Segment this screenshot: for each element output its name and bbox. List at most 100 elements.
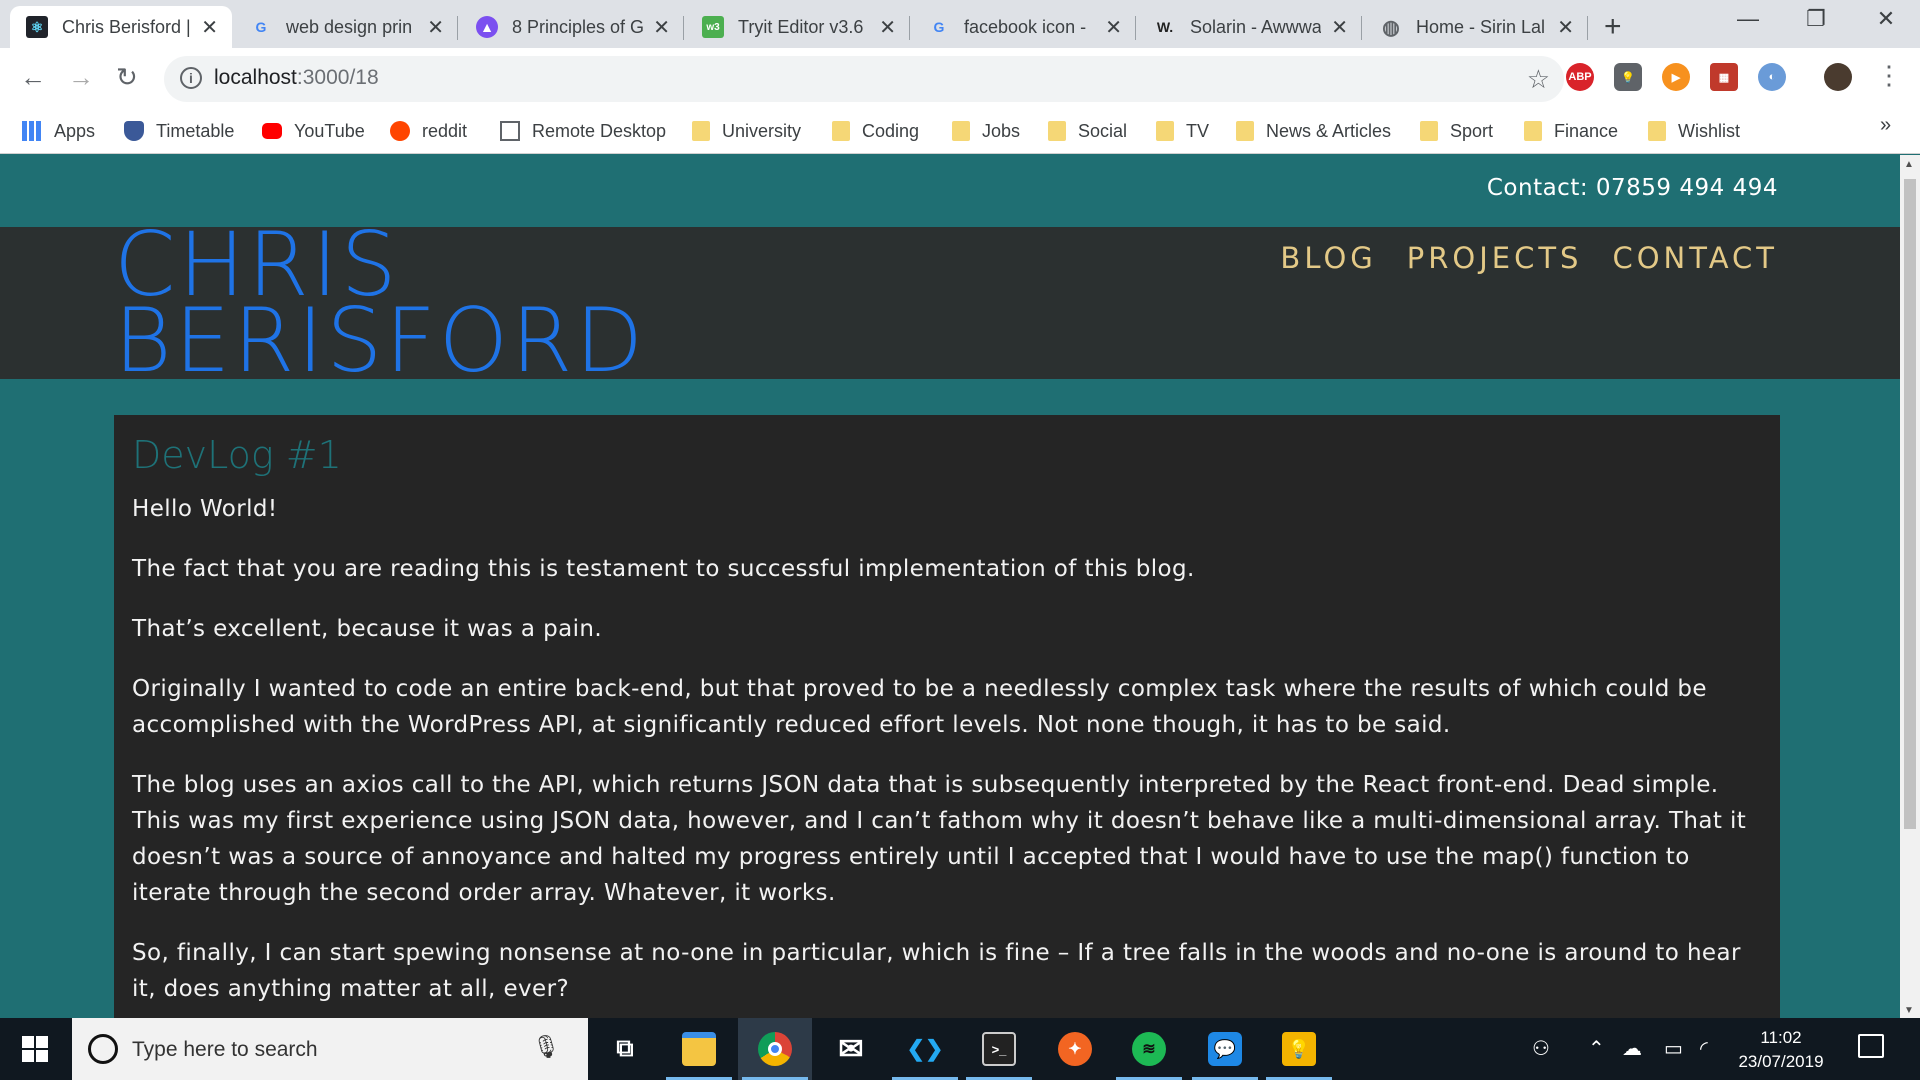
back-arrow-icon[interactable]: ← [20, 62, 46, 93]
task-view-icon[interactable]: ⧉ [588, 1018, 662, 1080]
cortana-circle-icon [88, 1034, 118, 1064]
clock-date: 23/07/2019 [1738, 1052, 1824, 1071]
nav-projects-link[interactable]: PROJECTS [1407, 241, 1583, 275]
compass-app-icon[interactable]: ✦ [1038, 1018, 1112, 1080]
bookmark-folder-wishlist[interactable]: Wishlist [1648, 116, 1740, 146]
blog-post: DevLog #1 Hello World! The fact that you… [114, 415, 1780, 1018]
tab-chris-berisford[interactable]: ⚛ Chris Berisford | ✕ [10, 6, 232, 48]
close-tab-icon[interactable]: ✕ [879, 15, 896, 40]
windows-start-icon[interactable] [22, 1036, 48, 1062]
tab-home-sirin-lal[interactable]: ◍ Home - Sirin Lal ✕ [1364, 6, 1588, 48]
restore-window-button[interactable]: ❐ [1796, 6, 1836, 32]
tab-separator [1587, 16, 1588, 40]
spotify-icon[interactable]: ≋ [1112, 1018, 1186, 1080]
bookmark-folder-news-articles[interactable]: News & Articles [1236, 116, 1391, 146]
bookmark-folder-university[interactable]: University [692, 116, 801, 146]
youtube-icon [262, 123, 282, 139]
scroll-up-icon[interactable]: ▲ [1904, 159, 1914, 170]
site-logo-name[interactable]: CHRIS BERISFORD [114, 221, 646, 392]
globe-icon: ◍ [1382, 16, 1400, 39]
site-info-icon[interactable]: i [180, 67, 202, 89]
triangle-logo-icon: ▲ [476, 16, 498, 38]
bookmark-reddit[interactable]: reddit [390, 116, 467, 146]
messaging-icon[interactable]: 💬 [1188, 1018, 1262, 1080]
folder-icon [952, 121, 970, 141]
site-name-line-2: BERISFORD [114, 289, 646, 392]
tab-tryit-editor[interactable]: w3 Tryit Editor v3.6 ✕ [686, 6, 910, 48]
wifi-icon[interactable]: ◜ [1700, 1036, 1708, 1061]
bookmark-folder-tv[interactable]: TV [1156, 116, 1209, 146]
onedrive-icon[interactable]: ☁ [1622, 1036, 1642, 1061]
close-tab-icon[interactable]: ✕ [1557, 15, 1574, 40]
adblock-plus-icon[interactable]: ABP [1566, 63, 1594, 91]
folder-icon [832, 121, 850, 141]
nav-blog-link[interactable]: BLOG [1280, 241, 1376, 275]
bookmark-folder-finance[interactable]: Finance [1524, 116, 1618, 146]
forward-arrow-icon[interactable]: → [68, 62, 94, 93]
profile-avatar-icon[interactable] [1824, 63, 1852, 91]
address-bar[interactable]: i localhost:3000/18 ☆ [164, 56, 1564, 102]
bookmark-apps[interactable]: Apps [22, 116, 95, 146]
minimize-window-button[interactable]: — [1728, 6, 1768, 32]
bookmark-folder-social[interactable]: Social [1048, 116, 1127, 146]
bookmark-remote-desktop[interactable]: Remote Desktop [500, 116, 666, 146]
nav-contact-link[interactable]: CONTACT [1612, 241, 1778, 275]
vscode-icon[interactable]: ❮❯ [888, 1018, 962, 1080]
close-tab-icon[interactable]: ✕ [427, 15, 444, 40]
scroll-down-icon[interactable]: ▼ [1904, 1005, 1914, 1016]
contact-phone[interactable]: Contact: 07859 494 494 [1487, 175, 1778, 201]
bookmark-folder-sport[interactable]: Sport [1420, 116, 1493, 146]
new-tab-button[interactable]: + [1604, 10, 1622, 44]
microphone-icon[interactable]: 🎙 [532, 1034, 560, 1060]
bookmark-folder-jobs[interactable]: Jobs [952, 116, 1020, 146]
chrome-icon[interactable] [738, 1018, 812, 1080]
scrollbar-thumb[interactable] [1904, 179, 1916, 829]
awwwards-icon: W. [1156, 19, 1174, 35]
w3schools-icon: w3 [702, 16, 724, 38]
url-text[interactable]: localhost:3000/18 [214, 66, 379, 90]
bookmark-star-icon[interactable]: ☆ [1527, 64, 1550, 95]
taskbar-clock[interactable]: 11:02 23/07/2019 [1716, 1026, 1846, 1074]
page-scrollbar[interactable]: ▲ ▼ [1900, 155, 1920, 1018]
terminal-icon[interactable]: >_ [962, 1018, 1036, 1080]
site-header: CHRIS BERISFORD BLOG PROJECTS CONTACT [0, 221, 1900, 392]
close-tab-icon[interactable]: ✕ [1105, 15, 1122, 40]
close-tab-icon[interactable]: ✕ [653, 15, 670, 40]
round-extension-icon[interactable]: ◐ [1758, 63, 1786, 91]
show-hidden-icons-chevron-icon[interactable]: ⌃ [1588, 1036, 1605, 1061]
people-icon[interactable]: ⚇ [1532, 1036, 1550, 1061]
browser-toolbar: ← → ↻ i localhost:3000/18 ☆ ABP 💡 ▶ ▦ ◐ … [0, 48, 1920, 110]
taskbar-search-box[interactable]: Type here to search 🎙 [72, 1018, 588, 1080]
mail-icon[interactable]: ✉ [814, 1018, 888, 1080]
action-center-icon[interactable] [1858, 1034, 1884, 1058]
close-tab-icon[interactable]: ✕ [1331, 15, 1348, 40]
apps-grid-icon [22, 121, 42, 141]
post-paragraph: So, finally, I can start spewing nonsens… [132, 940, 1741, 1002]
tab-web-design-principles[interactable]: G web design prin ✕ [234, 6, 458, 48]
close-tab-icon[interactable]: ✕ [201, 15, 218, 40]
bookmark-timetable[interactable]: Timetable [124, 116, 234, 146]
grid-extension-icon[interactable]: ▦ [1710, 63, 1738, 91]
battery-icon[interactable]: ▭ [1664, 1036, 1683, 1061]
file-explorer-icon[interactable] [662, 1018, 736, 1080]
post-paragraph: Originally I wanted to code an entire ba… [132, 676, 1707, 738]
close-window-button[interactable]: ✕ [1866, 6, 1906, 32]
bookmark-youtube[interactable]: YouTube [262, 116, 365, 146]
lightbulb-extension-icon[interactable]: 💡 [1614, 63, 1642, 91]
bookmarks-overflow-icon[interactable]: » [1880, 114, 1891, 137]
post-paragraph: The fact that you are reading this is te… [132, 556, 1195, 582]
folder-icon [1156, 121, 1174, 141]
tab-8-principles[interactable]: ▲ 8 Principles of G ✕ [460, 6, 684, 48]
browser-tab-strip: ⚛ Chris Berisford | ✕ G web design prin … [0, 0, 1920, 48]
bookmark-folder-coding[interactable]: Coding [832, 116, 919, 146]
google-icon: G [933, 19, 945, 35]
keep-icon[interactable]: 💡 [1262, 1018, 1336, 1080]
reload-icon[interactable]: ↻ [116, 62, 138, 93]
post-paragraph: That’s excellent, because it was a pain. [132, 616, 603, 642]
folder-icon [1524, 121, 1542, 141]
browser-menu-icon[interactable]: ⋮ [1876, 60, 1902, 91]
play-extension-icon[interactable]: ▶ [1662, 63, 1690, 91]
tab-solarin-awwwards[interactable]: W. Solarin - Awwwa ✕ [1138, 6, 1362, 48]
search-placeholder: Type here to search [132, 1038, 318, 1061]
tab-facebook-icon[interactable]: G facebook icon - ✕ [912, 6, 1136, 48]
